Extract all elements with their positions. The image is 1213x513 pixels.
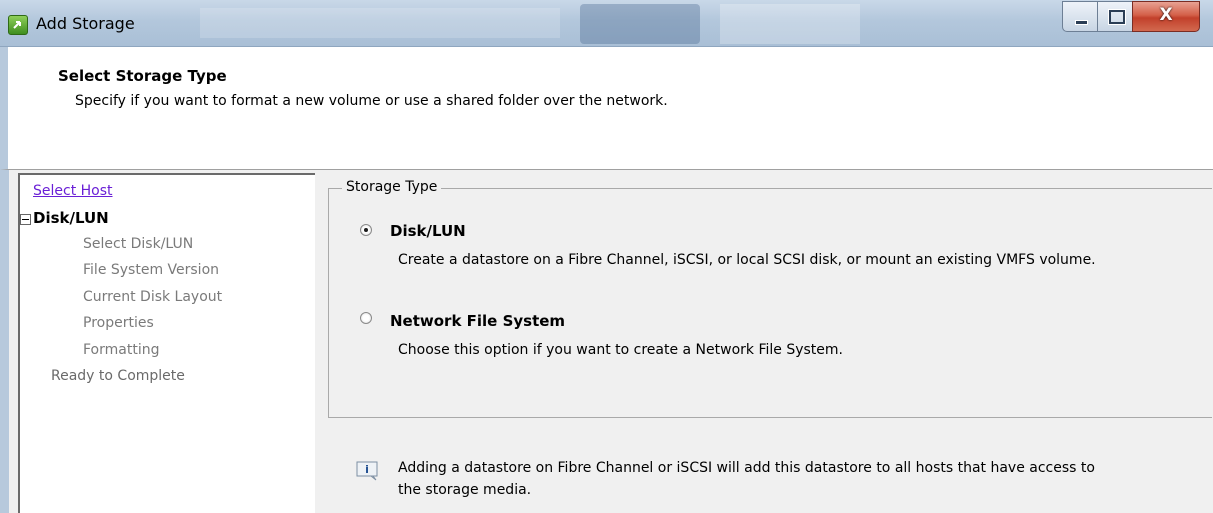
background-blur [580, 4, 700, 44]
disk-lun-option-description: Create a datastore on a Fibre Channel, i… [398, 252, 1096, 268]
nfs-radio[interactable] [360, 312, 372, 324]
maximize-button[interactable] [1097, 1, 1133, 32]
nav-item-formatting: Formatting [83, 342, 160, 358]
nav-item-current-disk-layout: Current Disk Layout [83, 289, 223, 305]
window-frame-gap [9, 170, 18, 513]
nfs-option-label[interactable]: Network File System [390, 312, 565, 330]
disk-lun-radio[interactable] [360, 224, 372, 236]
window-frame-left [0, 170, 9, 513]
info-note-icon: i [356, 461, 380, 481]
minimize-button[interactable] [1062, 1, 1098, 32]
wizard-header: Select Storage Type Specify if you want … [0, 47, 1213, 170]
page-title: Select Storage Type [58, 67, 227, 85]
nav-item-select-disk-lun: Select Disk/LUN [83, 236, 194, 252]
nav-item-disk-lun: Disk/LUN [33, 209, 109, 227]
close-button[interactable]: X [1132, 1, 1200, 32]
nav-item-file-system-version: File System Version [83, 262, 220, 278]
svg-text:i: i [365, 463, 369, 476]
nav-item-properties: Properties [83, 315, 154, 331]
close-icon: X [1159, 5, 1173, 25]
background-blur [200, 8, 560, 38]
storage-type-group: Storage Type Disk/LUN Create a datastore… [328, 179, 1212, 418]
wizard-steps-panel: Select Host Disk/LUN Select Disk/LUN Fil… [18, 173, 315, 513]
nav-link-select-host[interactable]: Select Host [33, 183, 113, 199]
disk-lun-option-label[interactable]: Disk/LUN [390, 222, 466, 240]
page-subtitle: Specify if you want to format a new volu… [75, 93, 668, 109]
background-blur [720, 4, 860, 44]
info-note-text: Adding a datastore on Fibre Channel or i… [398, 460, 1095, 498]
nav-item-ready-to-complete: Ready to Complete [51, 368, 185, 384]
collapse-icon[interactable] [20, 214, 31, 225]
maximize-icon [1109, 10, 1125, 24]
minimize-icon [1075, 20, 1088, 25]
title-bar[interactable]: Add Storage X [0, 0, 1213, 47]
window-title: Add Storage [36, 14, 135, 33]
nfs-option-description: Choose this option if you want to create… [398, 342, 843, 358]
add-storage-app-icon [8, 15, 28, 35]
storage-type-legend: Storage Type [342, 179, 442, 195]
